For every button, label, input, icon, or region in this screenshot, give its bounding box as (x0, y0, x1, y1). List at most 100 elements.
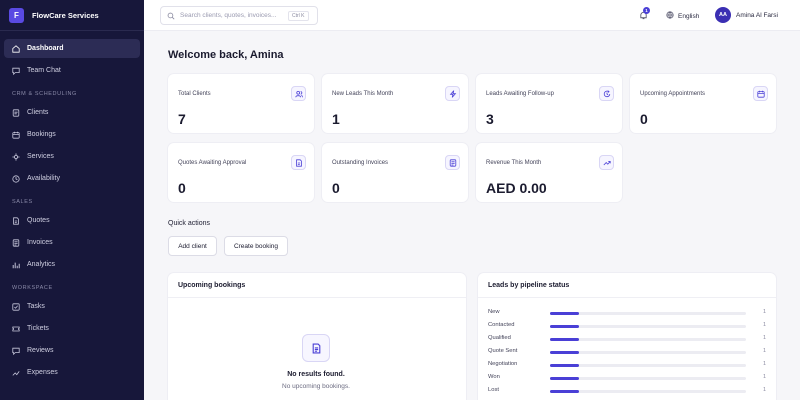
sidebar-item-clients[interactable]: Clients (4, 103, 140, 122)
language-selector[interactable]: English (666, 11, 699, 21)
divider (478, 297, 776, 298)
calendar-icon (753, 86, 768, 101)
stat-value: 0 (640, 111, 648, 127)
pipeline-row-count: 1 (763, 348, 767, 354)
pipeline-row-count: 1 (763, 335, 767, 341)
analytics-icon (12, 261, 20, 269)
sidebar-item-label: Dashboard (27, 45, 64, 52)
quote-icon (12, 216, 20, 225)
avatar: AA (715, 7, 731, 23)
sidebar-item-expenses[interactable]: Expenses (4, 363, 140, 382)
invoice-icon (445, 155, 460, 170)
sidebar-item-label: Tasks (27, 303, 45, 310)
users-icon (291, 86, 306, 101)
stat-label: New Leads This Month (332, 91, 394, 97)
sidebar-item-availability[interactable]: Availability (4, 169, 140, 188)
pipeline-row-label: Won (488, 374, 500, 380)
pipeline-bar-fill (550, 351, 580, 354)
pipeline-bar-fill (550, 390, 580, 393)
panel-title: Leads by pipeline status (488, 282, 570, 289)
sidebar-nav: Dashboard Team Chat CRM & SCHEDULING Cli… (0, 31, 144, 382)
sidebar-item-reviews[interactable]: Reviews (4, 341, 140, 360)
pipeline-bar-fill (550, 338, 580, 341)
search-input[interactable] (180, 12, 288, 19)
chat-icon (12, 67, 20, 75)
invoice-icon (12, 238, 20, 247)
pipeline-row-count: 1 (763, 322, 767, 328)
sidebar-item-team-chat[interactable]: Team Chat (4, 61, 140, 80)
add-client-button[interactable]: Add client (168, 236, 217, 256)
create-booking-button[interactable]: Create booking (224, 236, 288, 256)
sidebar-item-quotes[interactable]: Quotes (4, 211, 140, 230)
pipeline-row: Contacted 1 (488, 322, 768, 332)
stat-value: 0 (332, 180, 340, 196)
pipeline-row-label: Negotiation (488, 361, 518, 367)
upcoming-bookings-panel: Upcoming bookings No results found. No u… (168, 273, 466, 400)
stat-card-quotes-awaiting: Quotes Awaiting Approval 0 (168, 143, 314, 202)
pipeline-row: Negotiation 1 (488, 361, 768, 371)
sidebar-item-label: Quotes (27, 217, 50, 224)
sidebar-item-label: Analytics (27, 261, 56, 268)
pipeline-row-label: Lost (488, 387, 499, 393)
pipeline-row-count: 1 (763, 309, 767, 315)
pipeline-bar-fill (550, 312, 580, 315)
sidebar-item-tickets[interactable]: Tickets (4, 319, 140, 338)
reviews-icon (12, 347, 20, 355)
pipeline-bar-track (550, 338, 746, 341)
search-shortcut: Ctrl K (288, 10, 309, 21)
pipeline-bar-fill (550, 325, 580, 328)
quick-actions-title: Quick actions (168, 220, 211, 227)
pipeline-row-label: Quote Sent (488, 348, 518, 354)
section-label-crm: CRM & SCHEDULING (12, 91, 77, 97)
empty-state-subtitle: No upcoming bookings. (282, 383, 350, 390)
stat-label: Leads Awaiting Follow-up (486, 91, 554, 97)
tasks-icon (12, 302, 20, 311)
notifications-button[interactable]: 1 (639, 7, 650, 21)
stat-label: Upcoming Appointments (640, 91, 706, 97)
ticket-icon (12, 325, 20, 333)
pipeline-bar-track (550, 351, 746, 354)
stat-card-new-leads: New Leads This Month 1 (322, 74, 468, 133)
stat-value: 3 (486, 111, 494, 127)
document-icon (291, 155, 306, 170)
stat-card-revenue: Revenue This Month AED 0.00 (476, 143, 622, 202)
search-box[interactable]: Ctrl K (160, 6, 318, 25)
sidebar-item-invoices[interactable]: Invoices (4, 233, 140, 252)
pipeline-bar-fill (550, 377, 580, 380)
stat-value: AED 0.00 (486, 180, 547, 196)
stat-card-leads-follow-up: Leads Awaiting Follow-up 3 (476, 74, 622, 133)
language-label: English (678, 12, 700, 20)
sidebar-item-analytics[interactable]: Analytics (4, 255, 140, 274)
sidebar-item-label: Clients (27, 109, 49, 116)
sidebar-item-bookings[interactable]: Bookings (4, 125, 140, 144)
user-menu[interactable]: AA Amina Al Farsi (715, 7, 778, 23)
pipeline-row: New 1 (488, 309, 768, 319)
panel-title: Upcoming bookings (178, 282, 246, 289)
stat-label: Revenue This Month (486, 160, 542, 166)
pipeline-row-label: Contacted (488, 322, 515, 328)
divider (168, 297, 466, 298)
pipeline-bar-track (550, 325, 746, 328)
pipeline-row-count: 1 (763, 361, 767, 367)
pipeline-bar-track (550, 377, 746, 380)
stat-label: Quotes Awaiting Approval (178, 160, 247, 166)
sidebar-item-services[interactable]: Services (4, 147, 140, 166)
empty-document-icon (302, 334, 330, 362)
sidebar-item-label: Bookings (27, 131, 56, 138)
pipeline-row: Lost 1 (488, 387, 768, 397)
brand[interactable]: F FlowCare Services (0, 0, 144, 31)
search-icon (167, 7, 175, 25)
section-label-sales: SALES (12, 199, 33, 205)
home-icon (12, 44, 20, 53)
page-title: Welcome back, Amina (168, 49, 284, 61)
pipeline-bar-track (550, 364, 746, 367)
calendar-icon (12, 131, 20, 139)
clients-icon (12, 108, 20, 117)
stat-label: Total Clients (178, 91, 211, 97)
sidebar-item-tasks[interactable]: Tasks (4, 297, 140, 316)
sidebar-item-label: Reviews (27, 347, 54, 354)
stat-label: Outstanding Invoices (332, 160, 389, 166)
sidebar-item-label: Expenses (27, 369, 58, 376)
pipeline-bar-track (550, 390, 746, 393)
sidebar-item-dashboard[interactable]: Dashboard (4, 39, 140, 58)
